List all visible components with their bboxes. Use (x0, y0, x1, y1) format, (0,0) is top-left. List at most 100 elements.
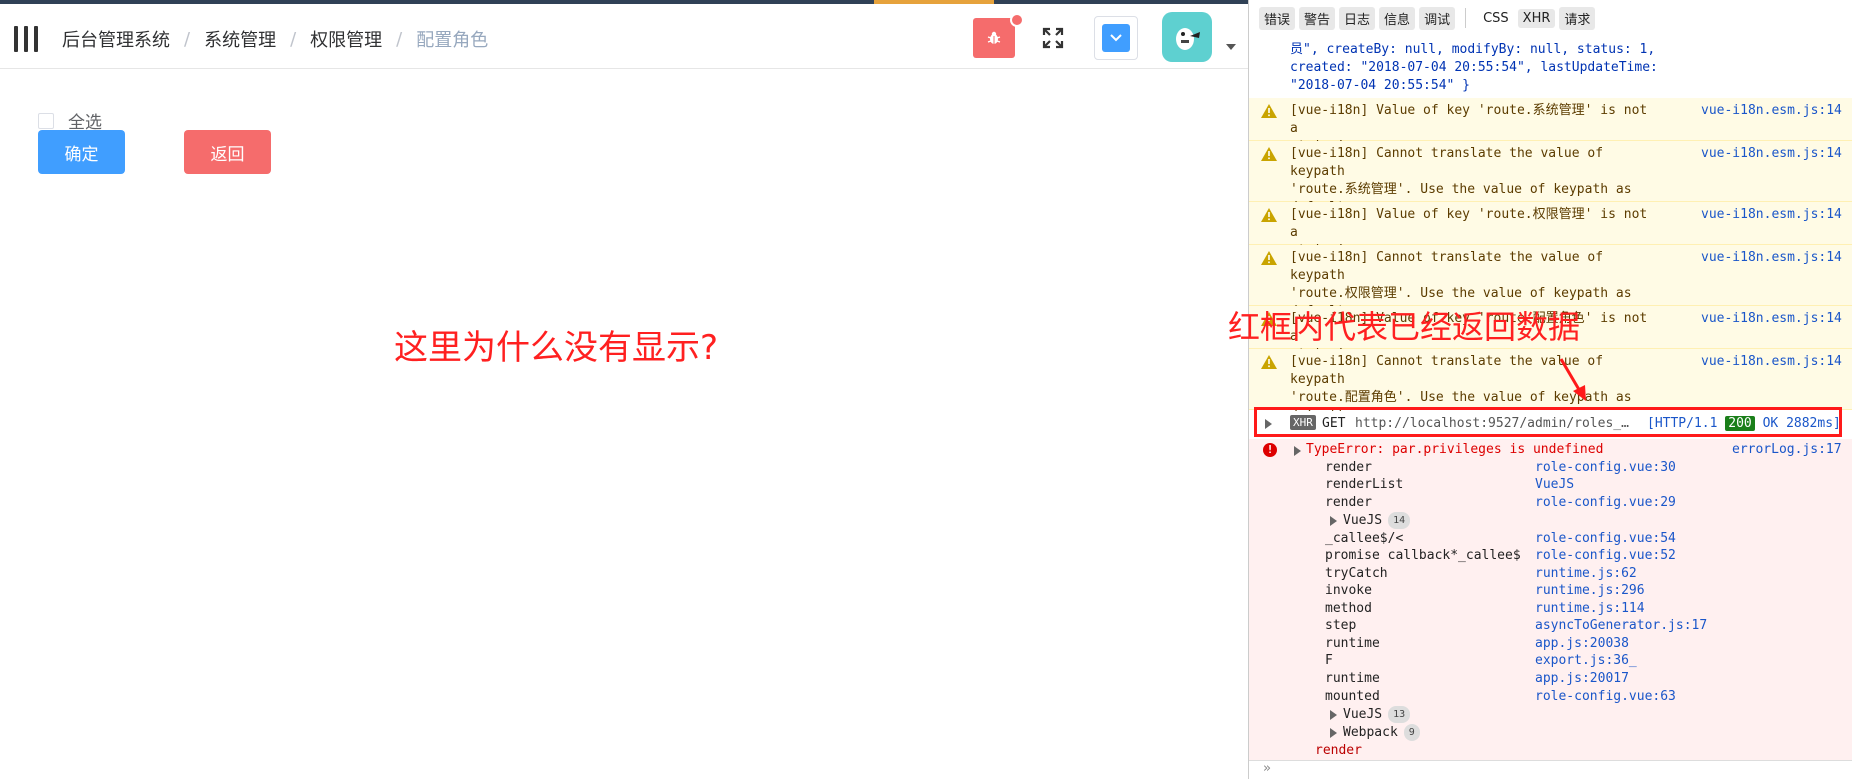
warning-icon (1261, 147, 1277, 161)
error-log-button[interactable] (973, 18, 1015, 58)
warning-message: [vue-i18n] Value of key 'route.系统管理' is … (1249, 98, 1852, 154)
filter-errors[interactable]: 错误 (1259, 6, 1296, 30)
filter-debug[interactable]: 调试 (1419, 6, 1456, 30)
toolbar-divider (1465, 8, 1467, 28)
checkbox-box[interactable] (38, 112, 54, 129)
filter-requests[interactable]: 请求 (1559, 6, 1596, 30)
warning-source-link[interactable]: vue-i18n.esm.js:14 (1701, 145, 1842, 163)
avatar[interactable] (1162, 12, 1212, 62)
console-filter-bar: 错误 警告 日志 信息 调试 CSS XHR 请求 (1249, 0, 1852, 36)
breadcrumb-item[interactable]: 系统管理 (204, 26, 276, 52)
stack-frame-fn: runtime (1325, 671, 1380, 686)
devtools-console: 错误 警告 日志 信息 调试 CSS XHR 请求 员", createBy: … (1248, 0, 1852, 779)
breadcrumb-separator: / (290, 28, 297, 50)
expand-triangle-icon[interactable] (1330, 709, 1337, 720)
annotation-question: 这里为什么没有显示? (394, 328, 719, 368)
warning-source-link[interactable]: vue-i18n.esm.js:14 (1701, 206, 1842, 224)
theme-color-swatch (1102, 24, 1130, 52)
hamburger-icon[interactable] (14, 26, 38, 52)
theme-picker[interactable] (1094, 16, 1138, 60)
console-input[interactable]: » (1249, 760, 1852, 779)
warning-message: [vue-i18n] Cannot translate the value of… (1249, 245, 1852, 319)
stack-frame-src[interactable]: export.js:36_ (1535, 652, 1637, 669)
stack-frame-fn: method (1325, 601, 1372, 616)
expand-triangle-icon[interactable] (1330, 515, 1337, 526)
stack-frame-fn: tryCatch (1325, 566, 1388, 581)
error-title: TypeError: par.privileges is undefined (1306, 442, 1604, 457)
stack-frame-fn: render (1325, 460, 1372, 475)
warning-message: [vue-i18n] Value of key 'route.权限管理' is … (1249, 202, 1852, 258)
stack-group[interactable]: Webpack 9 (1325, 724, 1420, 741)
back-button[interactable]: 返回 (184, 130, 271, 174)
stack-frame-fn: promise callback*_callee$ (1325, 548, 1521, 563)
stack-frame-src[interactable]: role-config.vue:63 (1535, 688, 1676, 705)
breadcrumb-item[interactable]: 权限管理 (310, 26, 382, 52)
filter-info[interactable]: 信息 (1379, 6, 1416, 30)
breadcrumb: 后台管理系统 / 系统管理 / 权限管理 / 配置角色 (62, 26, 488, 52)
stack-frame-src[interactable]: role-config.vue:52 (1535, 547, 1676, 564)
caret-down-icon[interactable] (1226, 44, 1236, 50)
log-object-line: "2018-07-04 20:55:54" } (1290, 78, 1471, 93)
stack-group-name: Webpack (1343, 725, 1398, 740)
stack-frame-src[interactable]: role-config.vue:29 (1535, 494, 1676, 511)
stack-frame-fn: renderList (1325, 477, 1404, 492)
warning-source-link[interactable]: vue-i18n.esm.js:14 (1701, 310, 1842, 328)
warning-source-link[interactable]: vue-i18n.esm.js:14 (1701, 249, 1842, 267)
stack-group-name: VueJS (1343, 513, 1383, 528)
error-icon: ! (1263, 443, 1277, 457)
fullscreen-button[interactable] (1037, 20, 1069, 56)
warning-message: [vue-i18n] Cannot translate the value of… (1249, 141, 1852, 215)
console-prompt-icon: » (1263, 761, 1271, 776)
stack-frame-src[interactable]: role-config.vue:30 (1535, 459, 1676, 476)
expand-triangle-icon[interactable] (1294, 446, 1301, 456)
stack-frame-src[interactable]: asyncToGenerator.js:17 (1535, 617, 1707, 634)
bug-icon (987, 31, 1001, 44)
stack-group[interactable]: VueJS 13 (1325, 706, 1411, 723)
breadcrumb-separator: / (396, 28, 403, 50)
warning-icon (1261, 208, 1277, 222)
stack-frame-src[interactable]: VueJS (1535, 476, 1574, 493)
fullscreen-icon (1042, 27, 1064, 49)
breadcrumb-current: 配置角色 (416, 30, 489, 51)
stack-frame-fn: _callee$/< (1325, 531, 1404, 546)
warning-icon (1261, 104, 1277, 118)
stack-frame-fn: step (1325, 618, 1357, 633)
error-source-link[interactable]: errorLog.js:17 (1732, 442, 1842, 457)
stack-group-count: 9 (1403, 724, 1420, 741)
warning-message: [vue-i18n] Cannot translate the value of… (1249, 349, 1852, 423)
highlight-box (1254, 407, 1842, 437)
stack-frame-src[interactable]: app.js:20038 (1535, 635, 1629, 652)
stack-group-count: 14 (1388, 512, 1411, 529)
stack-frame-fn: render (1315, 743, 1362, 758)
annotation-note: 红框内代表已经返回数据 (1228, 308, 1581, 346)
filter-css[interactable]: CSS (1478, 9, 1514, 28)
stack-frame-fn: invoke (1325, 583, 1372, 598)
warning-source-link[interactable]: vue-i18n.esm.js:14 (1701, 353, 1842, 371)
notification-dot (1010, 13, 1024, 27)
chevron-down-icon (1110, 34, 1122, 42)
breadcrumb-separator: / (184, 28, 191, 50)
filter-xhr[interactable]: XHR (1517, 8, 1556, 28)
log-object-line: 员", createBy: null, modifyBy: null, stat… (1290, 42, 1656, 57)
expand-triangle-icon[interactable] (1330, 727, 1337, 738)
stack-frame-fn: mounted (1325, 689, 1380, 704)
stack-group-count: 13 (1388, 706, 1411, 723)
warning-icon (1261, 355, 1277, 369)
breadcrumb-item[interactable]: 后台管理系统 (62, 26, 170, 52)
filter-logs[interactable]: 日志 (1339, 6, 1376, 30)
stack-frame-src[interactable]: app.js:20017 (1535, 670, 1629, 687)
filter-warnings[interactable]: 警告 (1299, 6, 1336, 30)
stack-frame-src[interactable]: role-config.vue:54 (1535, 530, 1676, 547)
annotation-arrow-icon (1559, 358, 1586, 401)
stack-frame-src[interactable]: runtime.js:114 (1535, 600, 1645, 617)
stack-frame-src[interactable]: runtime.js:62 (1535, 565, 1637, 582)
confirm-button[interactable]: 确定 (38, 130, 125, 174)
warning-icon (1261, 251, 1277, 265)
log-object-line: created: "2018-07-04 20:55:54", lastUpda… (1290, 60, 1658, 75)
avatar-image (1176, 28, 1200, 50)
stack-frame-fn: F (1325, 653, 1333, 668)
warning-source-link[interactable]: vue-i18n.esm.js:14 (1701, 102, 1842, 120)
stack-group[interactable]: VueJS 14 (1325, 512, 1411, 529)
stack-frame-src[interactable]: runtime.js:296 (1535, 582, 1645, 599)
stack-group-name: VueJS (1343, 707, 1383, 722)
